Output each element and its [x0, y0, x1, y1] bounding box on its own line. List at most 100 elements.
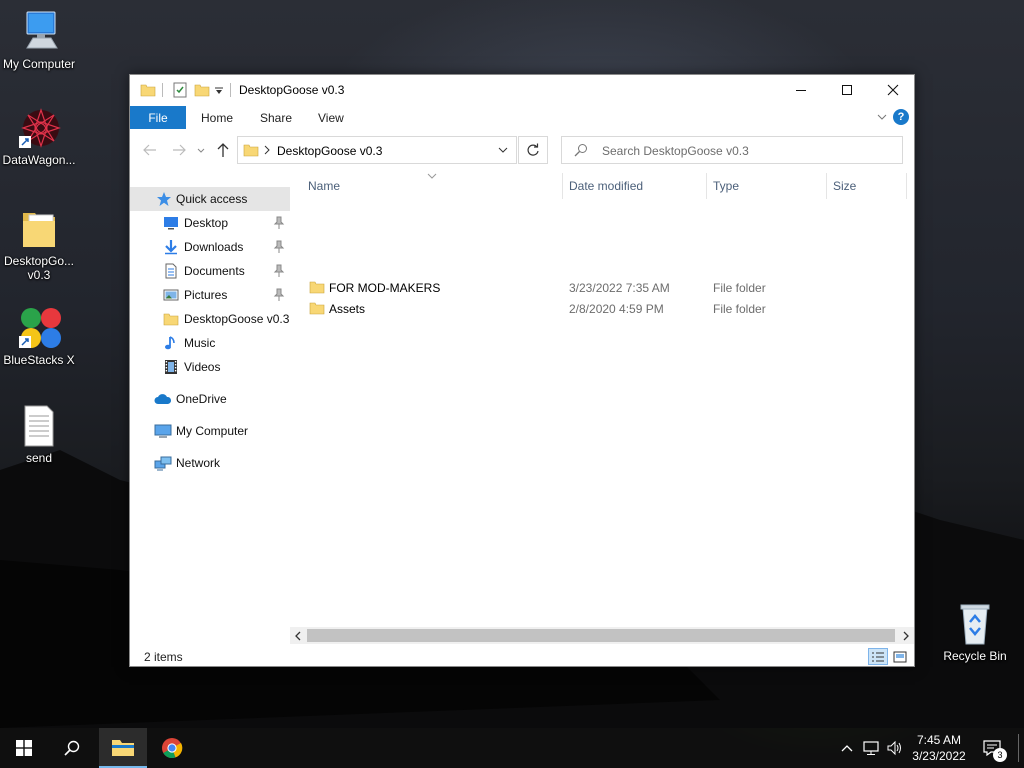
properties-icon[interactable] — [172, 82, 188, 98]
maximize-button[interactable] — [824, 75, 870, 105]
help-icon[interactable]: ? — [893, 109, 909, 125]
column-header-size[interactable]: Size — [833, 179, 856, 193]
pin-icon[interactable] — [273, 216, 285, 230]
customize-quick-access-icon[interactable] — [214, 82, 224, 98]
nav-item-pictures[interactable]: Pictures — [130, 283, 290, 307]
volume-icon[interactable] — [884, 728, 906, 768]
horizontal-scrollbar[interactable] — [290, 627, 914, 644]
nav-item-desktop[interactable]: Desktop — [130, 211, 290, 235]
folder-icon — [140, 82, 156, 98]
tab-home[interactable]: Home — [201, 111, 233, 125]
nav-quick-access[interactable]: Quick access — [130, 187, 290, 211]
show-hidden-icons-chevron-icon[interactable] — [838, 728, 856, 768]
new-folder-icon[interactable] — [194, 82, 210, 98]
windows-logo-icon — [16, 740, 32, 756]
address-dropdown-icon[interactable] — [497, 144, 509, 159]
column-divider[interactable] — [826, 173, 827, 199]
nav-item-desktopgoose[interactable]: DesktopGoose v0.3 — [130, 307, 290, 331]
videos-icon — [163, 359, 179, 375]
search-box[interactable]: Search DesktopGoose v0.3 — [561, 136, 903, 164]
up-arrow-icon[interactable] — [215, 142, 231, 158]
notification-count-badge: 3 — [993, 748, 1007, 762]
folder-icon — [17, 207, 61, 251]
taskbar: 7:45 AM 3/23/2022 — [0, 728, 1024, 768]
tab-view[interactable]: View — [318, 111, 344, 125]
details-view-icon — [872, 652, 884, 661]
column-header-date[interactable]: Date modified — [569, 179, 643, 193]
computer-icon — [154, 423, 172, 439]
pin-icon[interactable] — [273, 288, 285, 302]
file-explorer-window: DesktopGoose v0.3 File Home Share View ? — [129, 74, 915, 667]
details-view-button[interactable] — [868, 648, 888, 665]
desktop-icon-send[interactable]: send — [0, 404, 78, 465]
minimize-button[interactable] — [778, 75, 824, 105]
scroll-left-icon[interactable] — [294, 630, 302, 644]
desktop-icon-desktopgoose[interactable]: DesktopGo... v0.3 — [0, 207, 78, 282]
status-bar: 2 items — [130, 645, 914, 667]
file-explorer-icon — [112, 740, 134, 756]
close-button[interactable] — [870, 75, 916, 105]
column-header-type[interactable]: Type — [713, 179, 739, 193]
nav-network[interactable]: Network — [130, 451, 290, 475]
computer-icon — [17, 10, 61, 54]
sort-chevron-icon — [427, 169, 437, 183]
refresh-button[interactable] — [518, 136, 548, 164]
search-button[interactable] — [48, 728, 96, 768]
nav-item-music[interactable]: Music — [130, 331, 290, 355]
star-icon — [156, 191, 172, 207]
title-bar[interactable]: DesktopGoose v0.3 — [130, 75, 914, 105]
pin-icon[interactable] — [273, 264, 285, 278]
breadcrumb-current[interactable]: DesktopGoose v0.3 — [277, 144, 382, 158]
navigation-pane: Quick access Desktop Downloads Documents — [130, 169, 290, 639]
column-header-name[interactable]: Name — [308, 179, 340, 193]
taskbar-chrome[interactable] — [148, 728, 196, 768]
search-icon — [64, 740, 80, 756]
desktop-icon-bluestacks[interactable]: BlueStacks X — [0, 306, 78, 367]
address-bar[interactable]: DesktopGoose v0.3 — [237, 136, 517, 164]
recent-locations-chevron-icon[interactable] — [196, 142, 212, 158]
clock[interactable]: 7:45 AM 3/23/2022 — [906, 732, 972, 764]
folder-icon — [309, 300, 325, 319]
show-desktop-button[interactable] — [1018, 734, 1019, 762]
pin-icon[interactable] — [273, 240, 285, 254]
file-name: FOR MOD-MAKERS — [329, 281, 441, 295]
search-input[interactable]: Search DesktopGoose v0.3 — [602, 144, 749, 158]
table-row[interactable]: Assets 2/8/2020 4:59 PM File folder — [305, 298, 895, 319]
datawagon-icon — [17, 106, 61, 150]
back-arrow-icon[interactable] — [142, 142, 158, 158]
nav-item-videos[interactable]: Videos — [130, 355, 290, 379]
column-divider[interactable] — [906, 173, 907, 199]
tab-share[interactable]: Share — [260, 111, 292, 125]
nav-item-documents[interactable]: Documents — [130, 259, 290, 283]
start-button[interactable] — [0, 728, 48, 768]
forward-arrow-icon[interactable] — [171, 142, 187, 158]
desktop-icon-my-computer[interactable]: My Computer — [0, 10, 78, 71]
file-list: Name Date modified Type Size FOR MOD-MAK… — [290, 169, 914, 627]
nav-my-computer[interactable]: My Computer — [130, 419, 290, 443]
network-tray-icon[interactable] — [860, 728, 882, 768]
taskbar-file-explorer[interactable] — [99, 728, 147, 768]
column-divider[interactable] — [706, 173, 707, 199]
clock-date: 3/23/2022 — [912, 749, 966, 763]
chrome-icon — [162, 738, 183, 759]
expand-ribbon-icon[interactable] — [876, 111, 888, 123]
nav-onedrive[interactable]: OneDrive — [130, 387, 290, 411]
nav-item-downloads[interactable]: Downloads — [130, 235, 290, 259]
breadcrumb-chevron-icon[interactable] — [263, 143, 271, 160]
desktop-icon-recycle-bin[interactable]: Recycle Bin — [936, 602, 1014, 663]
network-icon — [154, 455, 172, 471]
folder-icon — [163, 311, 179, 327]
scrollbar-thumb[interactable] — [307, 629, 895, 642]
scroll-right-icon[interactable] — [902, 630, 910, 644]
folder-icon — [309, 279, 325, 298]
column-divider[interactable] — [562, 173, 563, 199]
music-icon — [163, 335, 179, 351]
clock-time: 7:45 AM — [916, 733, 962, 747]
desktop-icon — [163, 215, 179, 231]
table-row[interactable]: FOR MOD-MAKERS 3/23/2022 7:35 AM File fo… — [305, 277, 895, 298]
large-icons-view-button[interactable] — [890, 648, 910, 665]
desktop-icon-datawagon[interactable]: DataWagon... — [0, 106, 78, 167]
large-icons-view-icon — [893, 651, 907, 662]
tab-file[interactable]: File — [130, 106, 186, 129]
file-date: 2/8/2020 4:59 PM — [569, 302, 664, 316]
